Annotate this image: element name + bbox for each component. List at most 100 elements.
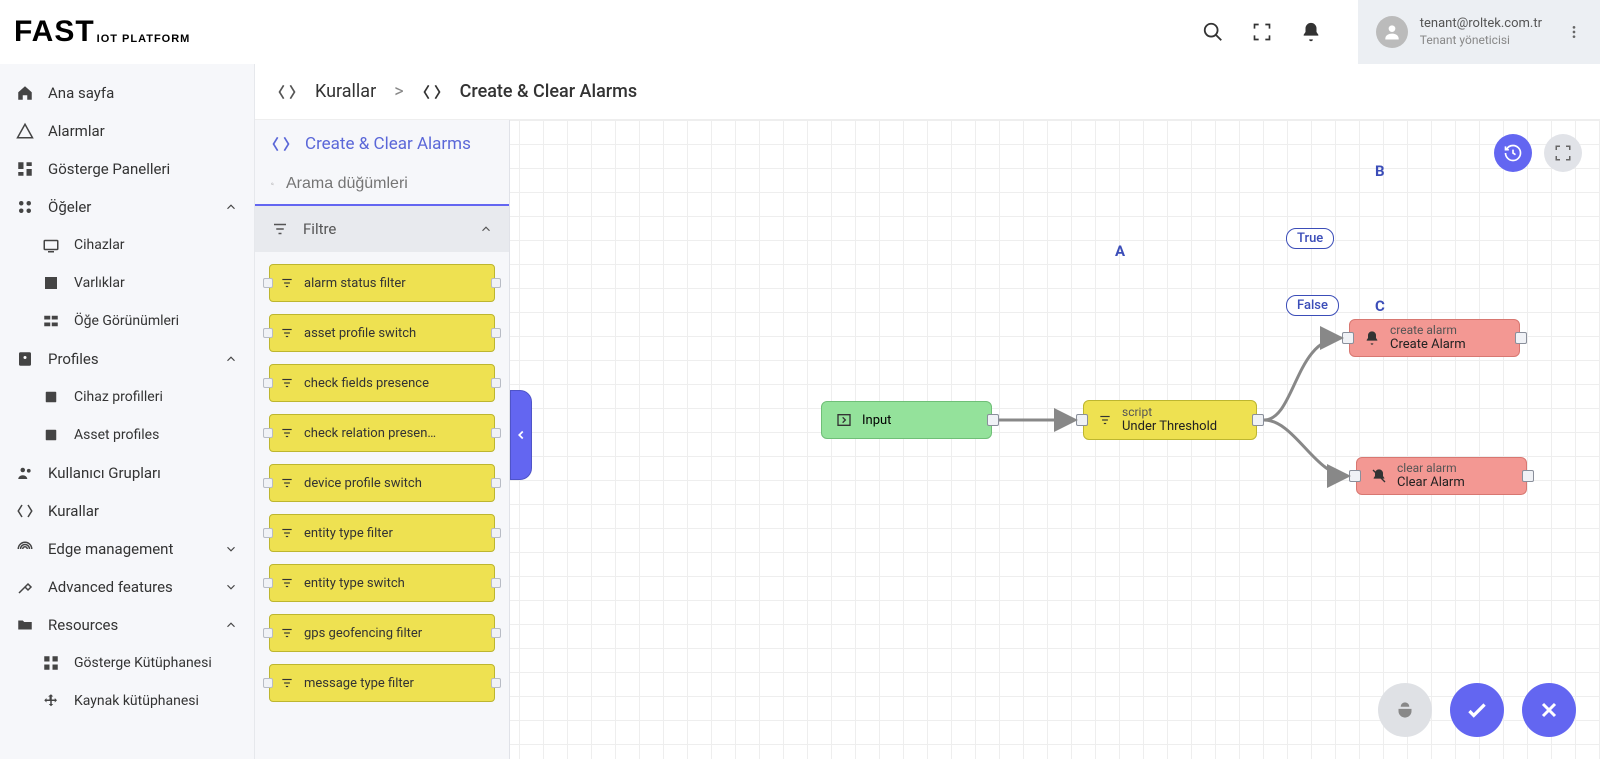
- debug-button[interactable]: [1378, 683, 1432, 737]
- flow-node-create-alarm[interactable]: create alarmCreate Alarm: [1349, 319, 1520, 357]
- entity-icon: [42, 274, 60, 292]
- nav-items[interactable]: Öğeler: [0, 188, 254, 226]
- topbar-actions: [1202, 21, 1358, 43]
- search-icon: [271, 174, 274, 194]
- view-icon: [42, 312, 60, 330]
- filter-icon: [280, 476, 294, 490]
- nav-home[interactable]: Ana sayfa: [0, 74, 254, 112]
- library-node[interactable]: gps geofencing filter: [269, 614, 495, 652]
- lib-icon: [42, 654, 60, 672]
- library-node[interactable]: check relation presen…: [269, 414, 495, 452]
- node-label: Input: [862, 413, 891, 428]
- avatar: [1376, 16, 1408, 48]
- nav-dashboard-lib[interactable]: Gösterge Kütüphanesi: [0, 644, 254, 682]
- bell-icon[interactable]: [1300, 21, 1322, 43]
- apply-button[interactable]: [1450, 683, 1504, 737]
- rules-icon: [16, 502, 34, 520]
- edge-label-false: False: [1286, 295, 1339, 316]
- chevron-left-icon: [514, 428, 528, 442]
- items-icon: [16, 198, 34, 216]
- filter-icon: [280, 676, 294, 690]
- nav-resources[interactable]: Resources: [0, 606, 254, 644]
- chevron-up-icon: [224, 200, 238, 214]
- nav-rules[interactable]: Kurallar: [0, 492, 254, 530]
- nav-user-groups[interactable]: Kullanıcı Grupları: [0, 454, 254, 492]
- history-button[interactable]: [1494, 134, 1532, 172]
- flow-node-clear-alarm[interactable]: clear alarmClear Alarm: [1356, 457, 1527, 495]
- user-role: Tenant yöneticisi: [1420, 33, 1542, 49]
- breadcrumb-current: Create & Clear Alarms: [460, 81, 637, 102]
- search-icon[interactable]: [1202, 21, 1224, 43]
- nav-devices[interactable]: Cihazlar: [0, 226, 254, 264]
- node-search: [255, 168, 509, 206]
- code-icon: [277, 82, 297, 102]
- tools-icon: [16, 578, 34, 596]
- home-icon: [16, 84, 34, 102]
- sidebar: Ana sayfa Alarmlar Gösterge Panelleri Öğ…: [0, 64, 255, 759]
- filter-icon: [271, 220, 289, 238]
- code-icon: [422, 82, 442, 102]
- dashboard-icon: [16, 160, 34, 178]
- nav-asset-profiles[interactable]: Asset profiles: [0, 416, 254, 454]
- filter-icon: [280, 276, 294, 290]
- kebab-icon[interactable]: [1566, 24, 1582, 40]
- check-icon: [1464, 697, 1490, 723]
- search-input[interactable]: [286, 175, 493, 193]
- cancel-button[interactable]: [1522, 683, 1576, 737]
- chevron-up-icon: [479, 222, 493, 236]
- nav-item-views[interactable]: Öğe Görünümleri: [0, 302, 254, 340]
- alarm-icon: [16, 122, 34, 140]
- breadcrumb-rules[interactable]: Kurallar: [315, 81, 376, 102]
- panel-collapse-handle[interactable]: [510, 390, 532, 480]
- fullscreen-icon: [1554, 144, 1572, 162]
- close-icon: [1537, 698, 1561, 722]
- nav-dashboards[interactable]: Gösterge Panelleri: [0, 150, 254, 188]
- nav-profiles[interactable]: Profiles: [0, 340, 254, 378]
- bell-ring-icon: [1364, 330, 1380, 346]
- fullscreen-icon[interactable]: [1252, 22, 1272, 42]
- chevron-down-icon: [224, 580, 238, 594]
- rule-canvas[interactable]: Create & Clear Alarms Filtre alarm statu…: [255, 120, 1600, 759]
- fullscreen-canvas-button[interactable]: [1544, 134, 1582, 172]
- edge-icon: [16, 540, 34, 558]
- chevron-up-icon: [224, 352, 238, 366]
- canvas-top-actions: [1494, 134, 1582, 172]
- bug-icon: [1392, 697, 1418, 723]
- code-icon: [271, 134, 291, 154]
- nav-edge[interactable]: Edge management: [0, 530, 254, 568]
- nav-entities[interactable]: Varlıklar: [0, 264, 254, 302]
- library-node[interactable]: entity type switch: [269, 564, 495, 602]
- library-node[interactable]: entity type filter: [269, 514, 495, 552]
- chevron-down-icon: [224, 542, 238, 556]
- nav-advanced[interactable]: Advanced features: [0, 568, 254, 606]
- flow-node-input[interactable]: Input: [821, 401, 992, 439]
- source-icon: [42, 692, 60, 710]
- nav-device-profiles[interactable]: Cihaz profilleri: [0, 378, 254, 416]
- flow-node-script[interactable]: scriptUnder Threshold: [1083, 400, 1257, 440]
- main-area: Kurallar > Create & Clear Alarms Create …: [255, 64, 1600, 759]
- folder-icon: [16, 616, 34, 634]
- library-node[interactable]: device profile switch: [269, 464, 495, 502]
- library-node[interactable]: asset profile switch: [269, 314, 495, 352]
- filter-icon: [280, 376, 294, 390]
- library-node[interactable]: alarm status filter: [269, 264, 495, 302]
- panel-title: Create & Clear Alarms: [255, 120, 509, 168]
- user-info: tenant@roltek.com.tr Tenant yöneticisi: [1420, 16, 1542, 48]
- nav-alarms[interactable]: Alarmlar: [0, 112, 254, 150]
- filter-icon: [280, 576, 294, 590]
- filter-section-header[interactable]: Filtre: [255, 206, 509, 252]
- breadcrumb: Kurallar > Create & Clear Alarms: [255, 64, 1600, 120]
- logo-sub: IOT PLATFORM: [97, 33, 191, 45]
- logo: FAST IOT PLATFORM: [0, 0, 255, 64]
- nav-source-lib[interactable]: Kaynak kütüphanesi: [0, 682, 254, 720]
- filter-icon: [1098, 413, 1112, 427]
- input-icon: [836, 412, 852, 428]
- history-icon: [1503, 143, 1523, 163]
- bell-off-icon: [1371, 468, 1387, 484]
- library-node[interactable]: message type filter: [269, 664, 495, 702]
- library-node[interactable]: check fields presence: [269, 364, 495, 402]
- edge-label-true: True: [1286, 228, 1334, 249]
- marker-a: A: [1115, 242, 1125, 260]
- canvas-bottom-actions: [1378, 683, 1576, 737]
- user-menu[interactable]: tenant@roltek.com.tr Tenant yöneticisi: [1358, 0, 1600, 64]
